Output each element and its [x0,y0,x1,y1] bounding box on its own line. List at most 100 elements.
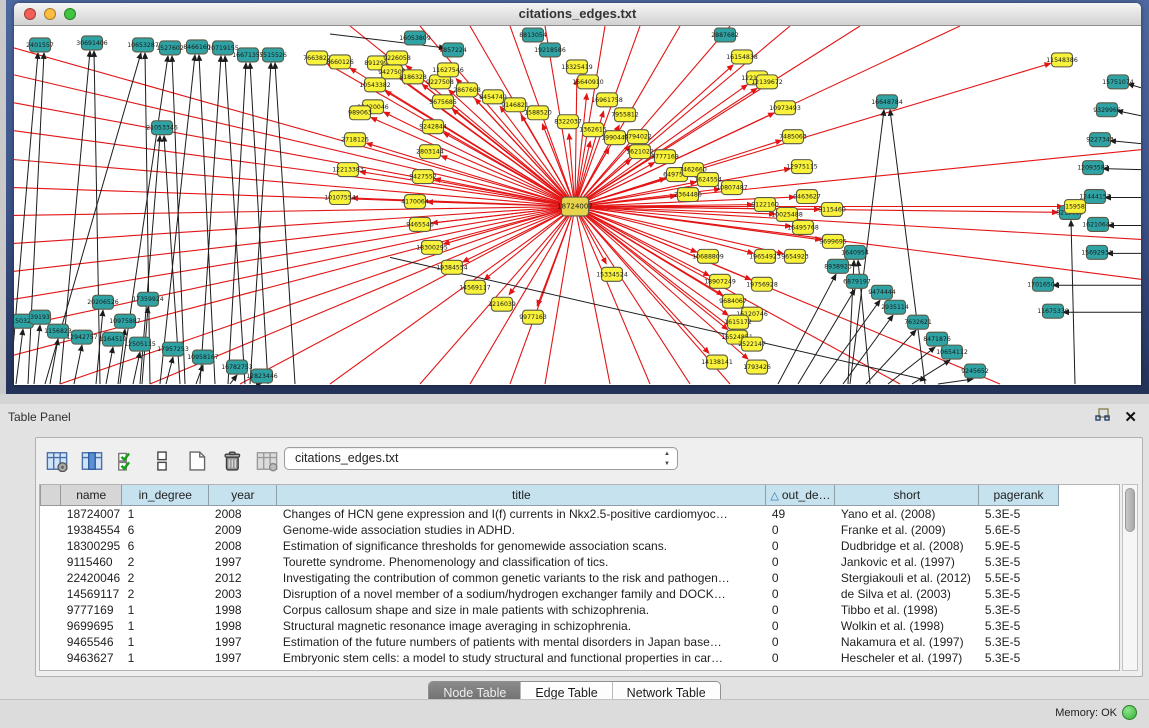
network-node[interactable]: 5675685 [429,95,457,109]
network-node[interactable]: 19218586 [534,43,566,57]
column-header-pagerank[interactable]: pagerank [979,485,1058,506]
black-edge[interactable] [230,375,237,384]
network-node[interactable]: 11548386 [1046,53,1078,67]
network-node[interactable]: 4170064 [401,195,429,209]
network-node[interactable]: 6794022 [624,130,652,144]
network-node[interactable]: 2803144 [416,145,444,159]
network-node[interactable]: 9226058 [383,51,411,65]
red-edge[interactable] [569,134,575,207]
table-row[interactable]: 911546021997Tourette syndrome. Phenomeno… [41,554,1120,570]
network-node[interactable]: 1640954 [841,245,869,259]
black-edge[interactable] [166,357,173,384]
black-edge[interactable] [200,56,221,384]
network-node[interactable]: 16782753 [221,360,253,374]
network-node[interactable]: 9329966 [1093,103,1121,117]
table-row[interactable]: 1938455462009Genome-wide association stu… [41,522,1120,538]
network-node[interactable]: 10975887 [109,314,141,328]
column-header-out_de[interactable]: △out_de… [766,485,835,506]
network-node[interactable]: 2887682 [711,28,739,42]
network-node[interactable]: 15958 [1065,200,1086,214]
network-node[interactable]: 9427552 [409,170,437,184]
network-node[interactable]: 1164519 [99,332,127,346]
red-edge[interactable] [470,206,575,384]
table-vertical-scrollbar[interactable] [1122,484,1138,671]
black-edge[interactable] [196,365,203,384]
network-node[interactable]: 9245652 [961,364,989,378]
black-edge[interactable] [938,379,973,384]
network-node[interactable]: 16154838 [726,50,758,64]
black-edge[interactable] [160,55,195,384]
black-edge[interactable] [275,63,295,384]
network-node[interactable]: 2935114 [881,300,909,314]
network-node[interactable]: 16648784 [871,95,903,109]
red-edge[interactable] [14,206,575,215]
network-node[interactable]: 1621022 [626,145,654,159]
network-node[interactable]: 9115460 [818,203,846,217]
table-row[interactable]: 946554611997Estimation of the future num… [41,634,1120,650]
table-row[interactable]: 969969511998Structural magnetic resonanc… [41,618,1120,634]
network-node[interactable]: 18724007 [557,197,593,216]
black-edge[interactable] [1110,141,1141,144]
network-node[interactable]: 8471876 [923,332,951,346]
black-edge[interactable] [225,56,245,384]
network-node[interactable]: 12505115 [124,337,156,351]
column-header-in_degree[interactable]: in_degree [122,485,209,506]
delete-table-icon[interactable] [219,448,245,474]
red-edge[interactable] [14,131,575,207]
black-edge[interactable] [890,110,925,384]
new-table-icon[interactable] [184,448,210,474]
network-node[interactable]: 9977163 [519,310,547,324]
window-titlebar[interactable]: citations_edges.txt [14,3,1141,26]
network-node[interactable]: 7515526 [259,48,287,62]
red-edge[interactable] [575,206,1141,279]
black-edge[interactable] [34,325,40,384]
table-row[interactable]: 977716911998Corpus callosum shape and si… [41,602,1120,618]
network-node[interactable]: 8660126 [326,55,354,69]
network-node[interactable]: 15751074 [1102,75,1134,89]
network-node[interactable]: 9227343 [1086,133,1114,147]
network-node[interactable]: 13325419 [561,60,593,74]
network-node[interactable]: 9654923 [781,249,809,263]
column-header-short[interactable]: short [835,485,979,506]
network-node[interactable]: 7632621 [904,315,932,329]
network-node[interactable]: 10654112 [936,345,968,359]
network-node[interactable]: 9242844 [419,120,447,134]
network-node[interactable]: 9463627 [793,190,821,204]
network-node[interactable]: 7955812 [611,108,639,122]
network-node[interactable]: 6879197 [843,274,871,288]
network-canvas[interactable]: 2401557306914061065328715276028466160107… [14,26,1141,385]
scrollbar-thumb[interactable] [1125,488,1135,532]
table-row[interactable]: 1830029562008Estimation of significance … [41,538,1120,554]
red-edge[interactable] [575,206,697,252]
black-edge[interactable] [778,274,836,384]
network-node[interactable]: 18907249 [704,274,736,288]
network-node[interactable]: 15692931 [1081,245,1113,259]
table-column-icon[interactable] [79,448,105,474]
select-rows-icon[interactable] [114,448,140,474]
black-edge[interactable] [912,360,950,384]
import-table-icon[interactable] [254,448,280,474]
network-node[interactable]: 2718126 [341,133,369,147]
network-node[interactable]: 15334524 [596,267,628,281]
network-node[interactable]: 1588520 [524,106,552,120]
network-node[interactable]: 8813054 [519,28,547,42]
network-node[interactable]: 8322037 [554,115,582,129]
black-edge[interactable] [172,56,185,384]
red-edge[interactable] [545,206,575,384]
red-edge[interactable] [575,206,709,353]
network-node[interactable]: 9474444 [868,285,896,299]
network-node[interactable]: 2401557 [26,38,54,52]
network-node[interactable]: 30691406 [76,36,108,50]
network-node[interactable]: 1527602 [156,41,184,55]
network-node[interactable]: 7485063 [779,130,807,144]
network-node[interactable]: 10688809 [692,249,724,263]
column-header-year[interactable]: year [209,485,277,506]
network-node[interactable]: 1615172 [724,315,752,329]
network-node[interactable]: 17359924 [132,292,164,306]
network-node[interactable]: 8938923 [824,259,852,273]
column-header-name[interactable]: name [61,485,122,506]
black-edge[interactable] [16,329,23,384]
network-node[interactable]: 8186328 [399,70,427,84]
table-row[interactable]: 2242004622012Investigating the contribut… [41,570,1120,586]
network-node[interactable]: 9699695 [819,234,847,248]
